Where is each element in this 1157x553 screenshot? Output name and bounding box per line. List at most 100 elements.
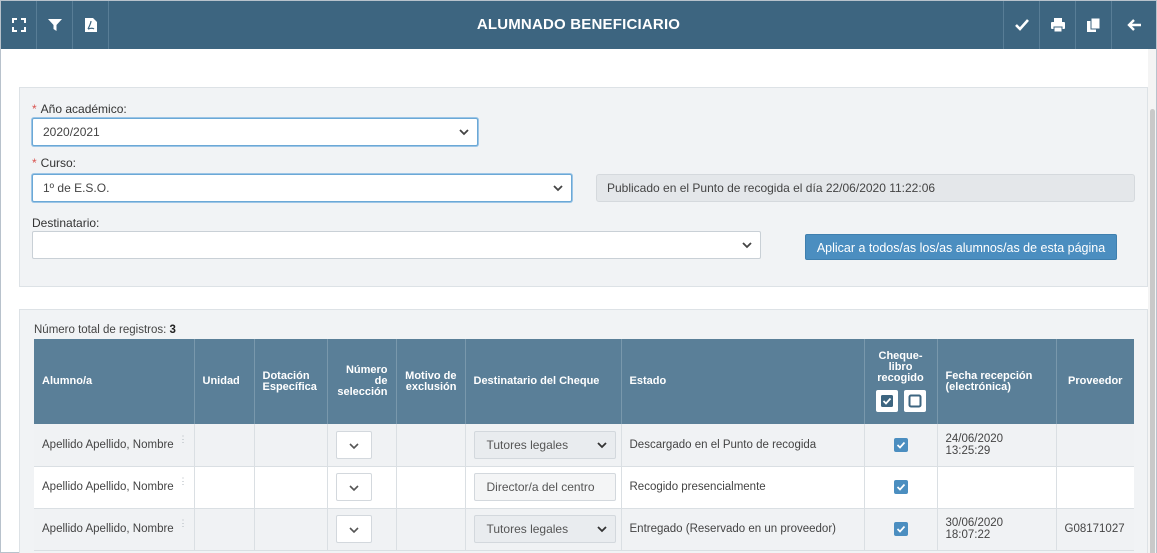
academic-year-label: * Año académico: [32,102,127,116]
print-button[interactable] [1039,1,1075,49]
pdf-icon [84,18,97,32]
chevron-down-icon [553,185,563,192]
back-button[interactable] [1111,1,1156,49]
copy-icon [1086,17,1100,32]
checkmark-icon [896,441,905,449]
col-recipient[interactable]: Destinatario del Cheque [465,339,622,424]
col-reception-date[interactable]: Fecha recepción (electrónica) [937,339,1057,424]
course-select[interactable]: 1º de E.S.O. [32,174,572,202]
students-table: Alumno/a Unidad Dotación Específica Núme… [34,339,1134,551]
chevron-down-icon [742,242,752,249]
col-student[interactable]: Alumno/a [34,339,195,424]
cell-provider [1056,424,1134,467]
table-row: Apellido Apellido, Nombre ⋮ Director/a de… [34,466,1134,509]
cell-allocation [254,508,328,551]
selection-number-select[interactable] [335,473,372,501]
chevron-down-icon [348,527,359,534]
cell-collected [864,508,938,551]
chevron-down-icon [348,485,359,492]
cell-collected [864,424,938,467]
cell-exclusion-reason [396,466,466,509]
cell-reception-date [937,466,1057,509]
uncheck-all-button[interactable] [903,390,926,412]
chevron-down-icon [348,443,359,449]
expand-button[interactable] [1,1,37,49]
check-all-button[interactable] [875,390,898,412]
recipient-cheque-readonly: Director/a del centro [473,473,616,501]
cell-provider [1056,466,1134,509]
print-icon [1050,18,1065,33]
page-title: ALUMNADO BENEFICIARIO [476,16,681,33]
checkmark-icon [896,525,905,533]
cell-selection-number [327,424,397,467]
total-records: Número total de registros: 3 [34,324,176,336]
table-row: Apellido Apellido, Nombre ⋮ Tutores legal… [34,424,1134,467]
collected-checkbox[interactable] [893,437,908,452]
app-window: ALUMNADO BENEFICIARIO * Año académico: 2… [0,0,1157,553]
cell-recipient: Tutores legales [465,508,622,551]
cell-selection-number [327,466,397,509]
apply-to-all-button[interactable]: Aplicar a todos/as los/as alumnos/as de … [805,234,1117,260]
cell-recipient: Director/a del centro [465,466,622,509]
col-status[interactable]: Estado [621,339,865,424]
collected-bulk-actions [873,390,929,412]
chevron-down-icon [596,442,607,449]
col-allocation[interactable]: Dotación Específica [254,339,328,424]
expand-icon [11,18,26,32]
cell-student: Apellido Apellido, Nombre ⋮ [34,466,195,509]
filter-panel: * Año académico: 2020/2021 * Curso: 1º de … [19,87,1148,287]
copy-button[interactable] [1075,1,1111,49]
selection-number-select[interactable] [335,515,372,543]
cell-status: Entregado (Reservado en un proveedor) [621,508,865,551]
confirm-button[interactable] [1003,1,1039,49]
chevron-down-icon [596,526,607,533]
cell-selection-number [327,508,397,551]
recipient-cheque-select[interactable]: Tutores legales [473,515,616,543]
checked-box-icon [880,395,893,407]
pdf-export-button[interactable] [73,1,109,49]
cell-exclusion-reason [396,508,466,551]
recipient-label: Destinatario: [32,216,100,230]
chevron-down-icon [459,129,469,136]
top-toolbar: ALUMNADO BENEFICIARIO [1,1,1156,49]
table-header-row: Alumno/a Unidad Dotación Específica Núme… [34,339,1134,424]
row-menu-handle-icon[interactable]: ⋮ [179,477,188,486]
collected-checkbox[interactable] [893,522,908,536]
cell-unit [194,466,255,509]
col-selection-number[interactable]: Número de selección [327,339,397,424]
empty-box-icon [908,394,921,408]
cell-status: Descargado en el Punto de recogida [621,424,865,467]
academic-year-select[interactable]: 2020/2021 [32,118,478,146]
cell-student: Apellido Apellido, Nombre ⋮ [34,508,195,551]
cell-allocation [254,466,328,509]
cell-exclusion-reason [396,424,466,467]
cell-unit [194,424,255,467]
cell-status: Recogido presencialmente [621,466,865,509]
col-unit[interactable]: Unidad [194,339,255,424]
scrollbar-thumb[interactable] [1150,109,1155,553]
col-collected[interactable]: Cheque-libro recogido [864,339,938,424]
col-collected-label: Cheque-libro recogido [877,350,924,384]
cell-provider: G08171027 [1056,508,1134,551]
row-menu-handle-icon[interactable]: ⋮ [179,434,188,444]
col-provider[interactable]: Proveedor [1056,339,1134,424]
collected-checkbox[interactable] [893,480,908,494]
selection-number-select[interactable] [335,430,372,459]
filter-icon [47,19,62,31]
recipient-select[interactable] [32,231,761,259]
check-icon [1014,19,1029,31]
cell-collected [864,466,938,509]
scrollbar[interactable] [1148,49,1156,553]
cell-allocation [254,424,328,467]
filter-button[interactable] [37,1,73,49]
col-exclusion-reason[interactable]: Motivo de exclusión [396,339,466,424]
cell-reception-date: 30/06/2020 18:07:22 [937,508,1057,551]
cell-student: Apellido Apellido, Nombre ⋮ [34,424,195,467]
cell-reception-date: 24/06/2020 13:25:29 [937,424,1057,467]
table-row: Apellido Apellido, Nombre ⋮ Tutores legal… [34,508,1134,551]
cell-unit [194,508,255,551]
cell-recipient: Tutores legales [465,424,622,467]
published-info: Publicado en el Punto de recogida el día… [596,174,1135,202]
row-menu-handle-icon[interactable]: ⋮ [179,519,188,528]
recipient-cheque-select[interactable]: Tutores legales [473,430,616,459]
